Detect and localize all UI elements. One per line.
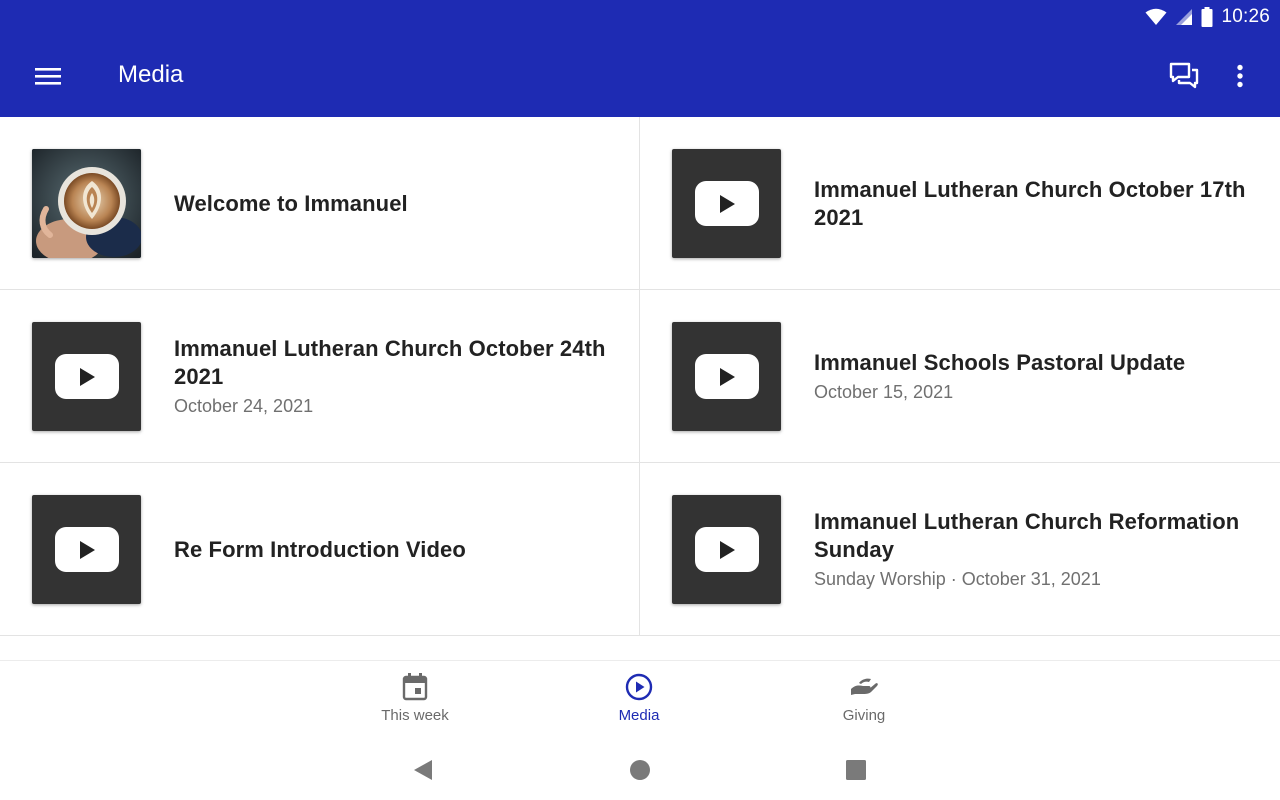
media-item[interactable]: Immanuel Lutheran Church Reformation Sun… bbox=[640, 463, 1280, 636]
latte-art-photo bbox=[32, 149, 141, 258]
status-bar: 10:26 bbox=[0, 0, 1280, 34]
media-item[interactable]: Re Form Introduction Video bbox=[0, 463, 640, 636]
cell-signal-icon bbox=[1176, 9, 1193, 25]
nav-label: Media bbox=[618, 707, 660, 724]
media-thumbnail bbox=[672, 322, 781, 431]
system-recents-button[interactable] bbox=[843, 757, 869, 783]
media-item-text: Immanuel Schools Pastoral Update October… bbox=[814, 290, 1250, 463]
system-home-button[interactable] bbox=[627, 757, 653, 783]
youtube-icon bbox=[54, 354, 119, 399]
media-thumbnail bbox=[32, 149, 141, 258]
hamburger-menu-icon bbox=[35, 68, 61, 85]
media-item-title: Immanuel Lutheran Church October 17th 20… bbox=[814, 176, 1246, 230]
media-item[interactable]: Immanuel Schools Pastoral Update October… bbox=[640, 290, 1280, 463]
play-circle-icon bbox=[625, 673, 653, 701]
youtube-icon bbox=[694, 527, 759, 572]
media-item-text: Immanuel Lutheran Church October 17th 20… bbox=[814, 117, 1250, 290]
nav-label: This week bbox=[381, 707, 449, 724]
media-item-text: Immanuel Lutheran Church Reformation Sun… bbox=[814, 463, 1250, 636]
chat-bubbles-icon bbox=[1169, 62, 1199, 89]
more-vert-icon bbox=[1237, 64, 1243, 88]
app-bar: Media bbox=[0, 34, 1280, 117]
more-options-button[interactable] bbox=[1220, 56, 1260, 96]
media-item-text: Welcome to Immanuel bbox=[174, 117, 609, 290]
page-title: Media bbox=[118, 61, 184, 88]
media-thumbnail bbox=[32, 322, 141, 431]
media-thumbnail bbox=[672, 149, 781, 258]
media-item[interactable]: Immanuel Lutheran Church October 24th 20… bbox=[0, 290, 640, 463]
recents-square-icon bbox=[846, 760, 866, 780]
status-time: 10:26 bbox=[1221, 6, 1270, 27]
bottom-navigation: This week Media Giving bbox=[0, 660, 1280, 740]
media-item-text: Re Form Introduction Video bbox=[174, 463, 609, 636]
giving-hand-icon bbox=[851, 678, 878, 695]
media-thumbnail bbox=[32, 495, 141, 604]
media-item-subtitle: Sunday Worship · October 31, 2021 bbox=[814, 568, 1101, 589]
media-item-title: Re Form Introduction Video bbox=[174, 536, 466, 562]
system-navigation-bar bbox=[0, 740, 1280, 800]
media-item-text: Immanuel Lutheran Church October 24th 20… bbox=[174, 290, 609, 463]
media-item-title: Immanuel Lutheran Church October 24th 20… bbox=[174, 335, 606, 389]
status-icons: 10:26 bbox=[1145, 5, 1270, 29]
media-item[interactable]: Immanuel Lutheran Church October 17th 20… bbox=[640, 117, 1280, 290]
menu-button[interactable] bbox=[28, 56, 68, 96]
youtube-icon bbox=[54, 527, 119, 572]
media-item-title: Welcome to Immanuel bbox=[174, 190, 408, 216]
nav-media[interactable]: Media bbox=[569, 673, 709, 733]
media-thumbnail bbox=[672, 495, 781, 604]
media-item-title: Immanuel Lutheran Church Reformation Sun… bbox=[814, 508, 1240, 562]
media-item[interactable]: Welcome to Immanuel bbox=[0, 117, 640, 290]
nav-label: Giving bbox=[842, 707, 886, 724]
nav-giving[interactable]: Giving bbox=[794, 673, 934, 733]
youtube-icon bbox=[694, 181, 759, 226]
back-triangle-icon bbox=[414, 760, 432, 780]
media-grid: Welcome to Immanuel Immanuel Lutheran Ch… bbox=[0, 117, 1280, 636]
media-item-title: Immanuel Schools Pastoral Update bbox=[814, 349, 1186, 375]
youtube-icon bbox=[694, 354, 759, 399]
media-item-subtitle: October 15, 2021 bbox=[814, 381, 954, 402]
system-back-button[interactable] bbox=[410, 757, 436, 783]
battery-icon bbox=[1201, 7, 1213, 27]
nav-this-week[interactable]: This week bbox=[345, 673, 485, 733]
calendar-icon bbox=[402, 673, 428, 701]
messages-button[interactable] bbox=[1164, 56, 1204, 96]
media-item-subtitle: October 24, 2021 bbox=[174, 395, 314, 416]
home-circle-icon bbox=[630, 760, 650, 780]
wifi-icon bbox=[1145, 8, 1167, 25]
